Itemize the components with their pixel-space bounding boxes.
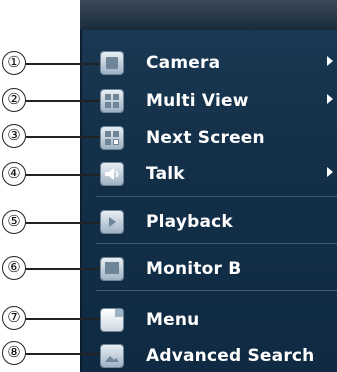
camera-icon [101,52,123,74]
callout-8: ⑧ [2,341,26,365]
monitor-icon [101,258,123,280]
menu-divider [96,290,337,291]
menu-item-label: Advanced Search [146,346,315,366]
callout-leader-line [26,353,100,355]
callout-1: ① [2,51,26,75]
menu-item-playback[interactable]: Playback [96,206,337,238]
menu-item-advanced-search[interactable]: Advanced Search [96,340,337,372]
menu-item-label: Camera [146,53,221,73]
menu-item-label: Next Screen [146,128,265,148]
menu-item-multi-view[interactable]: Multi View [96,85,337,117]
search-image-icon [101,345,123,367]
callout-leader-line [26,174,100,176]
menu-item-label: Multi View [146,91,249,111]
callout-5: ⑤ [2,210,26,234]
callout-leader-line [26,318,100,320]
menu-item-menu[interactable]: Menu [96,304,337,336]
submenu-arrow-icon [327,167,333,177]
menu-divider [96,243,337,244]
callout-2: ② [2,88,26,112]
callout-4: ④ [2,162,26,186]
callout-leader-line [26,222,100,224]
callout-7: ⑦ [2,306,26,330]
menu-item-label: Monitor B [146,259,242,279]
menu-item-camera[interactable]: Camera [96,47,337,79]
menu-divider [96,196,337,197]
callout-3: ③ [2,124,26,148]
submenu-arrow-icon [327,56,333,66]
speaker-icon [101,163,123,185]
submenu-arrow-icon [327,94,333,104]
multi-view-icon [101,90,123,112]
menu-item-monitor-b[interactable]: Monitor B [96,253,337,285]
callout-leader-line [26,268,100,270]
document-icon [101,309,123,331]
next-screen-icon [101,127,123,149]
callout-leader-line [26,136,100,138]
menu-item-label: Menu [146,310,200,330]
menu-header-bar [80,0,337,30]
menu-item-label: Talk [146,164,185,184]
play-icon [101,211,123,233]
callout-leader-line [26,100,100,102]
callout-leader-line [26,63,100,65]
menu-item-label: Playback [146,212,233,232]
callout-6: ⑥ [2,256,26,280]
menu-item-talk[interactable]: Talk [96,158,337,190]
menu-item-next-screen[interactable]: Next Screen [96,122,337,154]
